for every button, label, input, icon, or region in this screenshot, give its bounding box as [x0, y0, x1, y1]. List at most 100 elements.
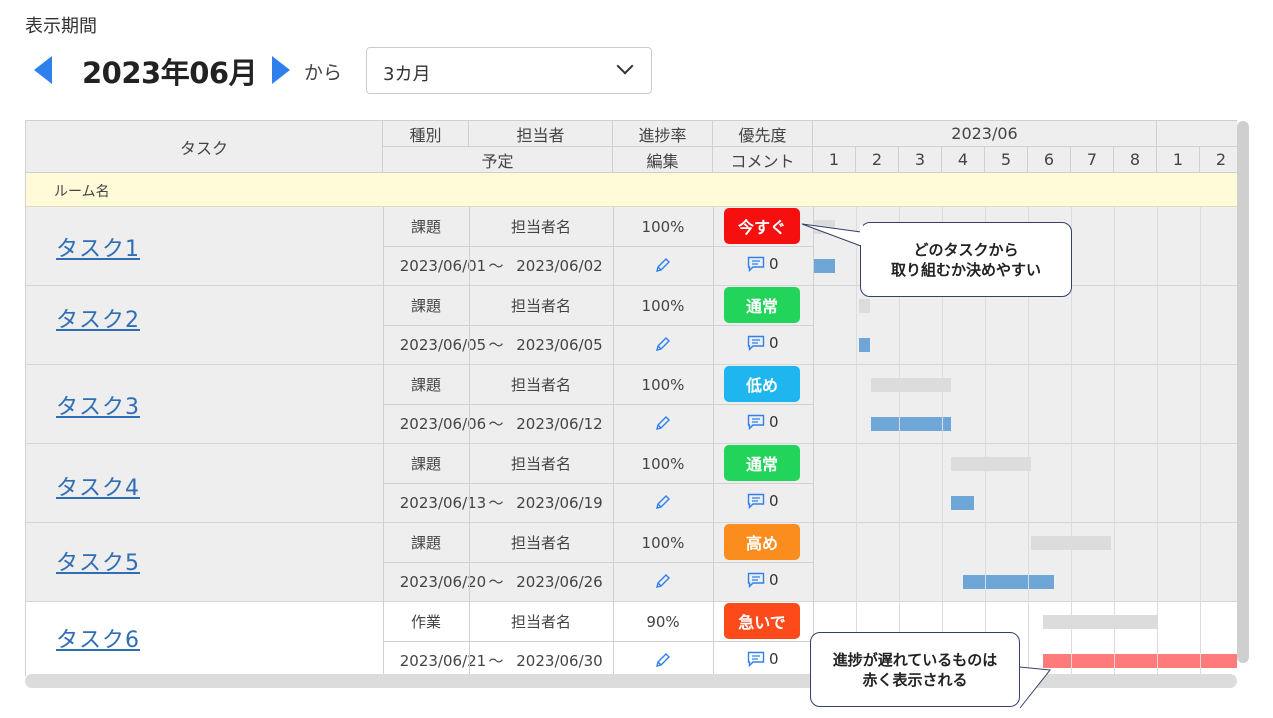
- header-edit: 編集: [613, 147, 713, 173]
- header-day: 8: [1114, 147, 1157, 173]
- comment-button[interactable]: 0: [747, 255, 779, 273]
- header-priority: 優先度: [713, 121, 813, 147]
- grid-line: [383, 404, 813, 405]
- task-assignee: 担当者名: [510, 455, 571, 473]
- actual-bar: [963, 575, 1054, 589]
- priority-badge: 通常: [724, 287, 800, 323]
- header-day: 7: [1071, 147, 1114, 173]
- header-task: タスク: [26, 121, 383, 173]
- date-tilde: 〜: [488, 257, 504, 275]
- grid-line: [469, 207, 470, 676]
- pencil-icon[interactable]: [655, 336, 671, 352]
- actual-bar: [951, 496, 974, 510]
- grid-line: [1200, 207, 1201, 676]
- grid-line: [713, 207, 714, 676]
- task-end-date: 2023/06/26: [516, 572, 603, 591]
- header-month: 2023/06: [813, 121, 1157, 147]
- task-assignee: 担当者名: [510, 218, 571, 236]
- task-type: 課題: [410, 376, 441, 394]
- priority-badge: 急いで: [724, 603, 800, 639]
- header-day: 5: [985, 147, 1028, 173]
- comment-icon: [747, 414, 765, 430]
- grid-line: [383, 483, 813, 484]
- current-month: 2023年06月: [82, 56, 258, 90]
- date-tilde: 〜: [488, 415, 504, 433]
- task-name-link[interactable]: タスク3: [56, 389, 140, 421]
- header-schedule: 予定: [383, 147, 613, 173]
- comment-icon: [747, 493, 765, 509]
- range-select-value: 3カ月: [383, 64, 431, 85]
- next-month-arrow-icon[interactable]: [272, 56, 290, 84]
- callout-text: 進捗が遅れているものは: [832, 650, 998, 669]
- grid-line: [383, 246, 813, 247]
- pencil-icon[interactable]: [655, 573, 671, 589]
- comment-button[interactable]: 0: [747, 413, 779, 431]
- comment-count: 0: [769, 413, 779, 431]
- comment-count: 0: [769, 492, 779, 510]
- task-name-link[interactable]: タスク2: [56, 302, 140, 334]
- room-row: ルーム名: [26, 173, 1237, 207]
- header-month-next: [1157, 121, 1237, 147]
- comment-button[interactable]: 0: [747, 334, 779, 352]
- header-day: 6: [1028, 147, 1071, 173]
- task-end-date: 2023/06/30: [516, 651, 603, 670]
- grid-line: [1114, 207, 1115, 676]
- callout-text: どのタスクから: [913, 240, 1019, 259]
- grid-line: [1157, 207, 1158, 676]
- task-start-date: 2023/06/05: [399, 335, 487, 354]
- priority-badge: 今すぐ: [724, 208, 800, 244]
- prev-month-arrow-icon[interactable]: [34, 56, 52, 84]
- vertical-scrollbar[interactable]: [1237, 121, 1249, 663]
- task-name-link[interactable]: タスク1: [56, 231, 140, 263]
- task-type: 課題: [410, 455, 441, 473]
- task-start-date: 2023/06/06: [399, 414, 487, 433]
- pencil-icon[interactable]: [655, 652, 671, 668]
- header-day: 2: [856, 147, 899, 173]
- comment-icon: [747, 256, 765, 272]
- task-name-link[interactable]: タスク6: [56, 622, 140, 654]
- comment-icon: [747, 335, 765, 351]
- callout-priority-tip: どのタスクから 取り組むか決めやすい: [860, 222, 1072, 297]
- pencil-icon[interactable]: [655, 415, 671, 431]
- grid-line: [383, 325, 813, 326]
- task-start-date: 2023/06/13: [399, 493, 487, 512]
- header-day: 1: [813, 147, 856, 173]
- pencil-icon[interactable]: [655, 257, 671, 273]
- range-select[interactable]: 3カ月: [366, 47, 652, 94]
- plan-bar: [871, 378, 951, 392]
- comment-button[interactable]: 0: [747, 571, 779, 589]
- task-progress: 100%: [641, 533, 685, 552]
- task-type: 課題: [410, 534, 441, 552]
- task-end-date: 2023/06/19: [516, 493, 603, 512]
- comment-icon: [747, 572, 765, 588]
- task-progress: 100%: [641, 375, 685, 394]
- task-end-date: 2023/06/05: [516, 335, 603, 354]
- plan-bar: [1043, 615, 1158, 629]
- callout-text: 取り組むか決めやすい: [890, 260, 1041, 279]
- task-assignee: 担当者名: [510, 376, 571, 394]
- comment-button[interactable]: 0: [747, 650, 779, 668]
- grid-line: [383, 207, 384, 676]
- task-assignee: 担当者名: [510, 297, 571, 315]
- comment-count: 0: [769, 255, 779, 273]
- plan-bar: [859, 299, 870, 313]
- comment-button[interactable]: 0: [747, 492, 779, 510]
- pencil-icon[interactable]: [655, 494, 671, 510]
- chevron-down-icon: [616, 57, 634, 75]
- comment-count: 0: [769, 571, 779, 589]
- callout-pointer-mask: [860, 225, 863, 245]
- grid-line: [613, 207, 614, 676]
- task-progress: 90%: [646, 612, 680, 631]
- callout-text: 赤く表示される: [862, 670, 968, 689]
- header-type: 種別: [383, 121, 469, 147]
- late-bar: [1043, 654, 1237, 668]
- comment-count: 0: [769, 650, 779, 668]
- task-name-link[interactable]: タスク5: [56, 545, 140, 577]
- task-name-link[interactable]: タスク4: [56, 470, 140, 502]
- grid-line: [856, 207, 857, 676]
- date-tilde: 〜: [488, 336, 504, 354]
- date-tilde: 〜: [488, 573, 504, 591]
- comment-icon: [747, 651, 765, 667]
- grid-line: [383, 562, 813, 563]
- task-type: 作業: [410, 613, 441, 631]
